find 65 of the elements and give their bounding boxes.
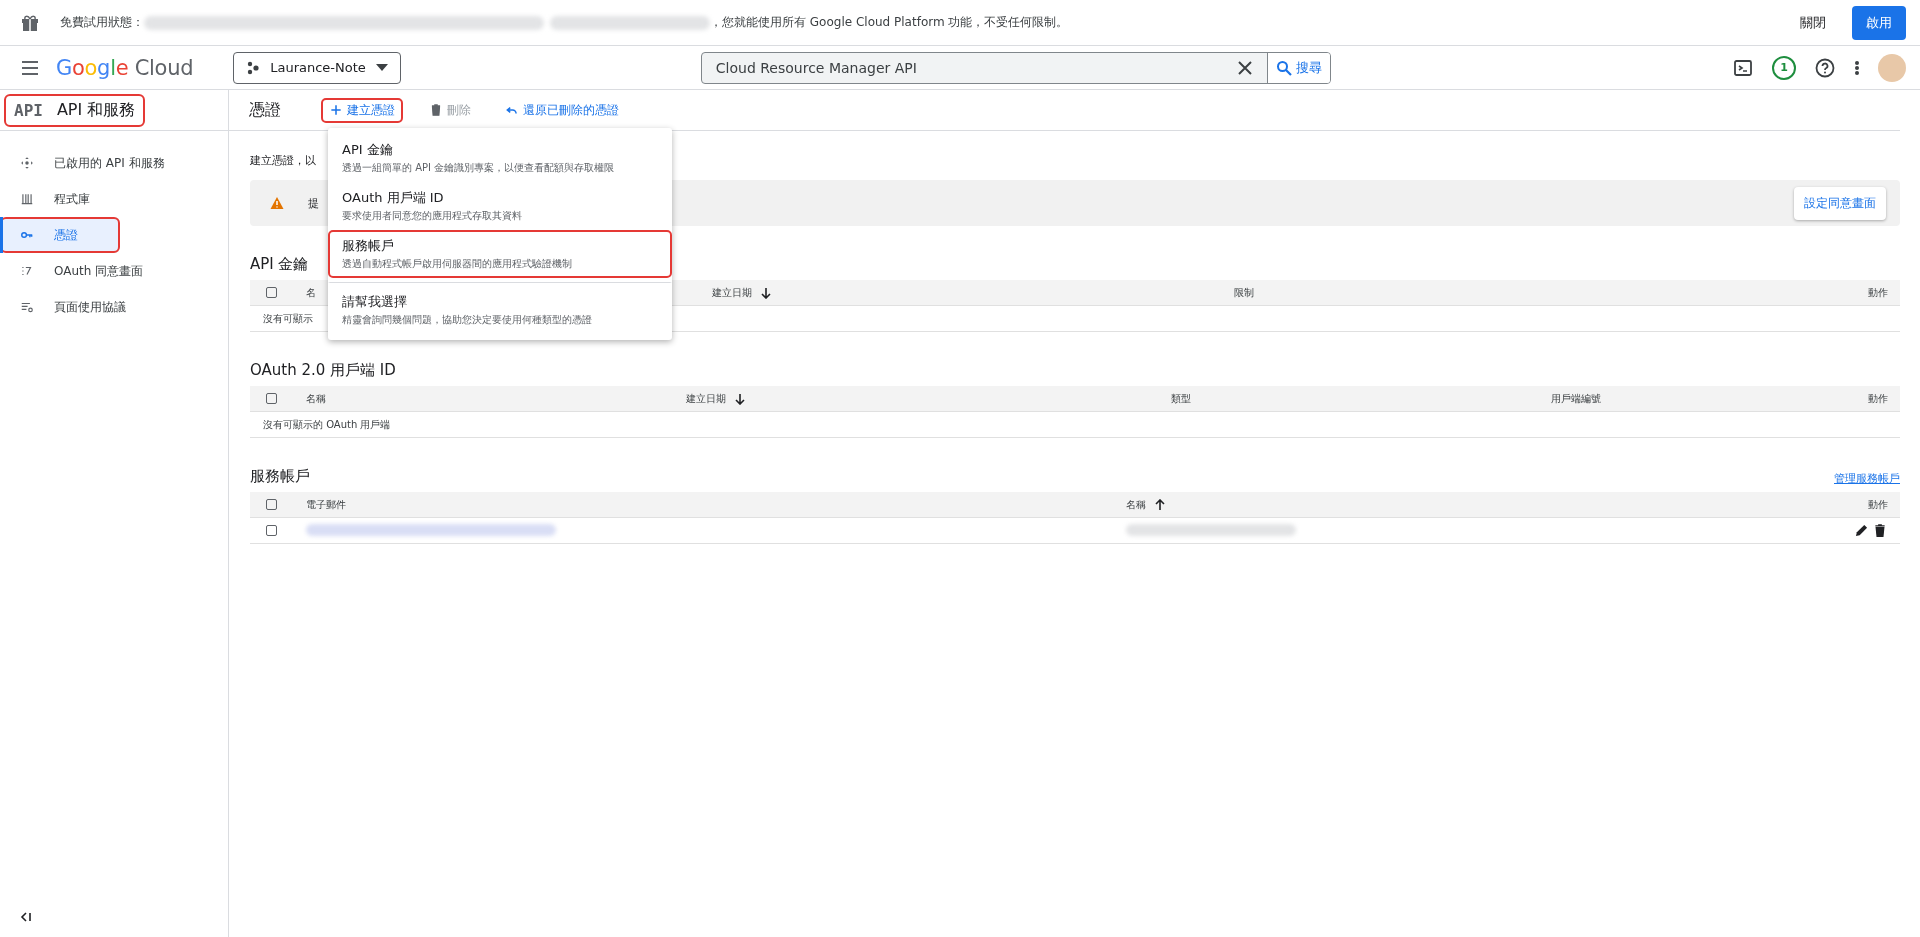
column-header: 名稱 (306, 391, 326, 406)
consent-icon (20, 264, 34, 278)
restore-button[interactable]: 還原已刪除的憑證 (497, 97, 627, 123)
select-all-checkbox[interactable] (266, 499, 277, 510)
sidebar-item[interactable]: 憑證 (0, 217, 120, 253)
help-icon[interactable] (1814, 56, 1836, 79)
sidebar-item[interactable]: OAuth 同意畫面 (0, 253, 228, 289)
sort-up-icon[interactable] (1154, 498, 1166, 511)
search-button[interactable]: 搜尋 (1266, 52, 1330, 83)
caret-icon (375, 63, 388, 72)
sidebar-item[interactable]: 程式庫 (0, 181, 228, 217)
column-header: 限制 (1234, 285, 1254, 300)
menu-item[interactable]: OAuth 用戶端 ID 要求使用者同意您的應用程式存取其資料 (328, 182, 672, 230)
plus-icon (329, 103, 343, 117)
delete-icon[interactable] (1874, 524, 1886, 537)
section-title: 服務帳戶 (250, 467, 310, 486)
section-title: OAuth 2.0 用戶端 ID (250, 361, 396, 380)
edit-icon[interactable] (1855, 524, 1868, 537)
column-header: 電子郵件 (306, 497, 346, 512)
row-checkbox[interactable] (266, 525, 277, 536)
notification-badge[interactable]: 1 (1772, 55, 1796, 80)
empty-message: 沒有可顯示 (262, 311, 313, 326)
column-header: 類型 (1171, 391, 1191, 406)
section-title: API 金鑰 (250, 255, 309, 274)
api-services-title: API API 和服務 (4, 93, 146, 127)
column-header: 動作 (1868, 285, 1888, 300)
notice-text: 提 (308, 195, 319, 211)
intro-text: 建立憑證，以 (250, 153, 316, 168)
project-icon (246, 60, 261, 75)
library-icon (20, 192, 34, 206)
dismiss-button[interactable]: 關閉 (1792, 5, 1834, 40)
sidebar-item[interactable]: 已啟用的 API 和服務 (0, 145, 228, 181)
collapse-icon[interactable] (20, 911, 32, 923)
google-cloud-logo[interactable]: Google Cloud (56, 55, 194, 80)
select-all-checkbox[interactable] (266, 393, 277, 404)
move-arrows-icon (20, 156, 34, 170)
configure-consent-button[interactable]: 設定同意畫面 (1794, 186, 1886, 220)
trial-message: ，您就能使用所有 Google Cloud Platform 功能，不受任何限制。 (710, 14, 1069, 31)
column-header: 名稱 (1126, 497, 1146, 512)
column-header: 建立日期 (712, 285, 752, 300)
search-icon (1275, 59, 1292, 76)
trash-icon (429, 103, 443, 117)
menu-item[interactable]: 服務帳戶 透過自動程式帳戶啟用伺服器間的應用程式驗證機制 (328, 230, 672, 278)
column-header: 動作 (1868, 391, 1888, 406)
trial-status-label: 免費試用狀態： (60, 14, 144, 31)
create-button[interactable]: 建立憑證 (321, 97, 403, 123)
sort-down-icon[interactable] (734, 392, 746, 405)
page-title: 憑證 (249, 99, 281, 121)
menu-item[interactable]: API 金鑰 透過一組簡單的 API 金鑰識別專案，以便查看配額與存取權限 (328, 134, 672, 182)
column-header: 名 (306, 285, 316, 300)
sort-down-icon[interactable] (760, 286, 772, 299)
menu-item[interactable]: 請幫我選擇 精靈會詢問幾個問題，協助您決定要使用何種類型的憑證 (328, 282, 672, 334)
activate-button[interactable]: 啟用 (1852, 5, 1906, 40)
column-header: 用戶端編號 (1551, 391, 1601, 406)
empty-message: 沒有可顯示的 OAuth 用戶端 (262, 417, 391, 432)
warning-icon (270, 196, 284, 210)
manage-link[interactable]: 管理服務帳戶 (1834, 471, 1900, 486)
project-selector[interactable]: Laurance-Note (233, 51, 401, 84)
list-settings-icon (20, 300, 34, 314)
search-field[interactable]: Cloud Resource Manager API 搜尋 (700, 51, 1331, 84)
clear-icon[interactable] (1236, 59, 1253, 76)
sidebar-item[interactable]: 頁面使用協議 (0, 289, 228, 325)
select-all-checkbox[interactable] (266, 287, 277, 298)
column-header: 動作 (1868, 497, 1888, 512)
column-header: 建立日期 (686, 391, 726, 406)
